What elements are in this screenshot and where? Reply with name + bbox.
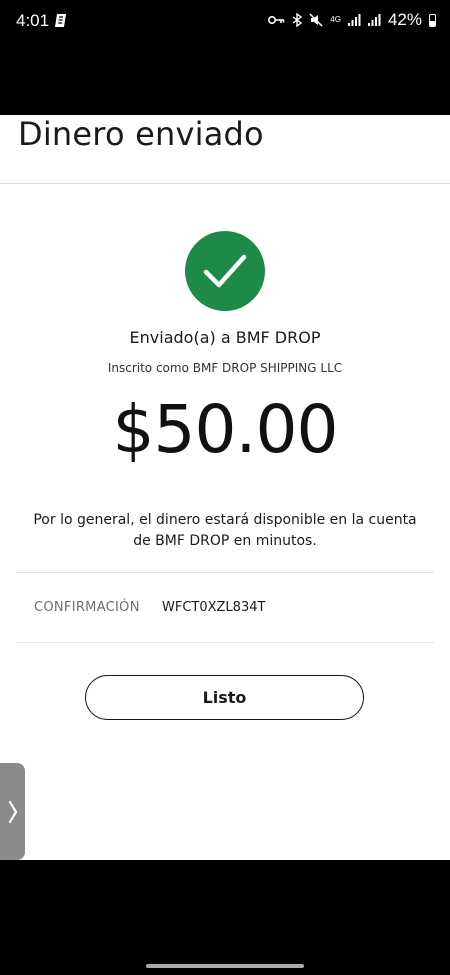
amount: $50.00	[112, 391, 339, 468]
status-bar: 4:01 4G 42%	[0, 0, 450, 44]
app-screen: Dinero enviado Enviado(a) a BMF DROP Ins…	[0, 115, 450, 860]
vpn-key-icon	[268, 16, 285, 24]
recipient-heading: Enviado(a) a BMF DROP	[129, 328, 321, 347]
network-type: 4G	[330, 15, 341, 24]
mute-icon	[309, 13, 323, 27]
edge-panel-handle[interactable]	[0, 763, 25, 860]
chevron-right-icon	[8, 800, 17, 823]
divider	[16, 572, 434, 573]
gesture-bar[interactable]	[146, 964, 304, 968]
bluetooth-icon	[292, 13, 303, 27]
status-time: 4:01	[16, 11, 50, 30]
signal-icon	[367, 14, 381, 26]
done-button[interactable]: Listo	[85, 675, 364, 720]
status-icons: 4G 42%	[268, 10, 436, 30]
confirmation-number: WFCT0XZL834T	[162, 600, 266, 615]
battery-percent: 42%	[387, 10, 422, 29]
availability-notice: Por lo general, el dinero estará disponi…	[33, 512, 417, 549]
confirmation-label: CONFIRMACIÓN	[34, 600, 140, 615]
battery-icon	[429, 13, 436, 27]
recipient-registered-name: Inscrito como BMF DROP SHIPPING LLC	[107, 361, 343, 375]
divider	[0, 183, 450, 184]
page-title: Dinero enviado	[18, 115, 264, 153]
success-badge	[185, 231, 265, 311]
checkmark-icon	[203, 254, 247, 288]
signal-icon	[347, 14, 361, 26]
app-notification-icon	[55, 14, 66, 27]
divider	[16, 642, 434, 643]
